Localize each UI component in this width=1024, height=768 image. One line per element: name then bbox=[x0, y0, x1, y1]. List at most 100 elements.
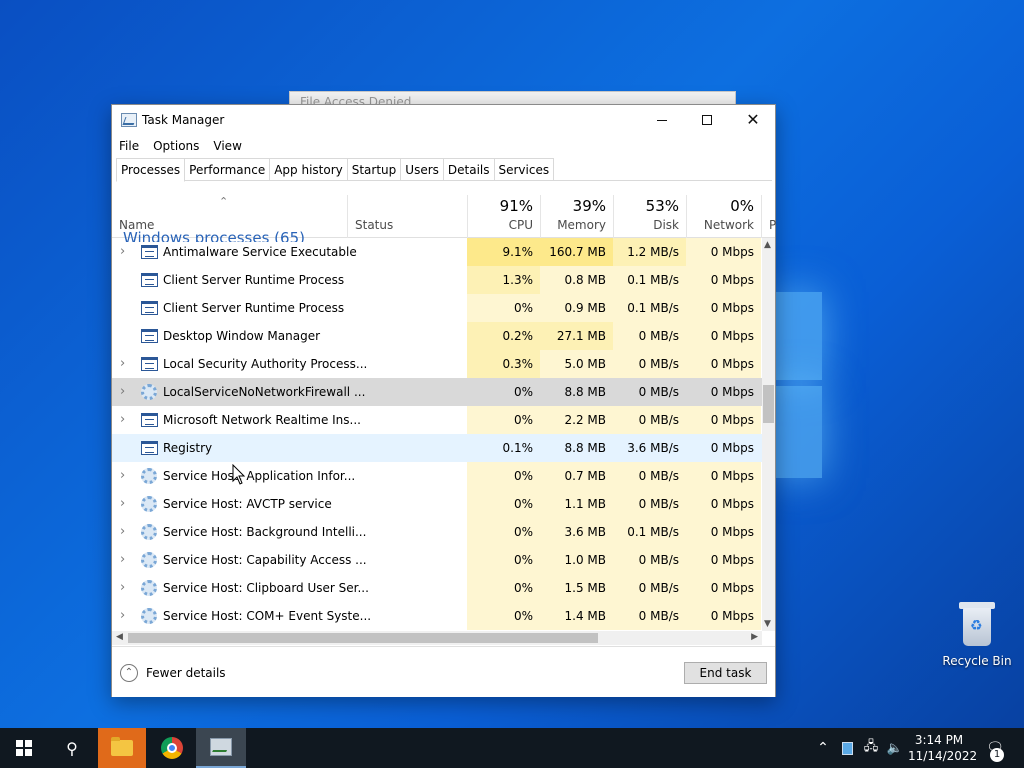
table-row[interactable]: › LocalServiceNoNetworkFirewall ... 0% 8.8 … bbox=[112, 378, 762, 406]
chevron-right-icon[interactable]: › bbox=[120, 580, 130, 595]
disk-cell: 0 MB/s bbox=[613, 462, 686, 490]
tab-strip: Processes Performance App history Startu… bbox=[116, 158, 772, 182]
tab-performance[interactable]: Performance bbox=[184, 158, 271, 180]
network-cell: 0 Mbps bbox=[686, 294, 761, 322]
search-button[interactable]: ⚲ bbox=[48, 728, 96, 768]
process-window-icon bbox=[141, 441, 158, 455]
column-network[interactable]: 0% Network bbox=[686, 195, 761, 238]
file-explorer-button[interactable] bbox=[98, 728, 146, 768]
recycle-bin[interactable]: ♻ Recycle Bin bbox=[940, 602, 1014, 668]
task-manager-taskbar-button[interactable] bbox=[196, 728, 246, 768]
minimize-button[interactable] bbox=[639, 105, 685, 135]
chevron-right-icon[interactable]: › bbox=[120, 524, 130, 539]
table-row[interactable]: Client Server Runtime Process 1.3% 0.8 MB 0… bbox=[112, 266, 762, 294]
column-status[interactable]: Status bbox=[347, 195, 467, 238]
memory-cell: 1.4 MB bbox=[540, 602, 613, 630]
column-disk-label: Disk bbox=[653, 218, 679, 232]
tab-processes[interactable]: Processes bbox=[116, 158, 186, 182]
service-gear-icon bbox=[141, 608, 157, 624]
column-disk[interactable]: 53% Disk bbox=[613, 195, 686, 238]
table-row[interactable]: › Microsoft Network Realtime Ins... 0% 2.2 … bbox=[112, 406, 762, 434]
table-row[interactable]: › Service Host: Background Intelli... 0% 3.… bbox=[112, 518, 762, 546]
chrome-button[interactable] bbox=[148, 728, 196, 768]
menu-view[interactable]: View bbox=[206, 136, 248, 156]
volume-button[interactable]: 🔈 bbox=[884, 728, 906, 768]
scroll-down-icon[interactable]: ▼ bbox=[764, 619, 771, 629]
table-row[interactable]: Desktop Window Manager 0.2% 27.1 MB 0 MB/s 0… bbox=[112, 322, 762, 350]
memory-cell: 160.7 MB bbox=[540, 238, 613, 266]
cpu-cell: 0% bbox=[467, 546, 540, 574]
table-row[interactable]: Client Server Runtime Process 0% 0.9 MB 0.1… bbox=[112, 294, 762, 322]
vertical-scrollbar[interactable]: ▲ ▼ bbox=[762, 238, 775, 631]
memory-cell: 1.1 MB bbox=[540, 490, 613, 518]
tab-startup[interactable]: Startup bbox=[346, 158, 402, 180]
tab-services[interactable]: Services bbox=[493, 158, 555, 180]
process-window-icon bbox=[141, 413, 158, 427]
chevron-right-icon[interactable]: › bbox=[120, 412, 130, 427]
table-row[interactable]: › Local Security Authority Process... 0.3%… bbox=[112, 350, 762, 378]
table-row[interactable]: › Service Host: Capability Access ... 0% 1.… bbox=[112, 546, 762, 574]
chevron-right-icon[interactable]: › bbox=[120, 384, 130, 399]
windows-logo-icon bbox=[16, 740, 32, 756]
process-window-icon bbox=[141, 301, 158, 315]
tray-app-icon bbox=[841, 741, 853, 755]
table-row[interactable]: › Antimalware Service Executable 9.1% 160.7… bbox=[112, 238, 762, 266]
start-button[interactable] bbox=[0, 728, 48, 768]
chevron-right-icon[interactable]: › bbox=[120, 608, 130, 623]
end-task-button[interactable]: End task bbox=[684, 662, 767, 684]
horizontal-scrollbar[interactable]: ◀ ▶ bbox=[112, 631, 762, 645]
scroll-right-icon[interactable]: ▶ bbox=[751, 632, 758, 642]
table-row[interactable]: › Service Host: Clipboard User Ser... 0% 1.… bbox=[112, 574, 762, 602]
column-power[interactable]: P bbox=[761, 195, 776, 238]
title-bar[interactable]: Task Manager ✕ bbox=[112, 105, 775, 135]
tray-app[interactable] bbox=[838, 728, 856, 768]
close-button[interactable]: ✕ bbox=[730, 105, 776, 135]
column-cpu-label: CPU bbox=[508, 218, 533, 232]
network-button[interactable]: 🖧 bbox=[860, 728, 882, 768]
chevron-right-icon[interactable]: › bbox=[120, 244, 130, 259]
tab-details[interactable]: Details bbox=[442, 158, 495, 180]
disk-cell: 0 MB/s bbox=[613, 490, 686, 518]
column-cpu[interactable]: 91% CPU bbox=[467, 195, 540, 238]
disk-cell: 0 MB/s bbox=[613, 574, 686, 602]
table-row[interactable]: Registry 0.1% 8.8 MB 3.6 MB/s 0 Mbps bbox=[112, 434, 762, 462]
scroll-left-icon[interactable]: ◀ bbox=[116, 632, 123, 642]
network-cell: 0 Mbps bbox=[686, 322, 761, 350]
network-icon: 🖧 bbox=[863, 739, 879, 754]
tab-app-history[interactable]: App history bbox=[269, 158, 348, 180]
show-hidden-icons-button[interactable]: ⌃ bbox=[812, 728, 834, 768]
table-row[interactable]: › Service Host: AVCTP service 0% 1.1 MB 0 MB… bbox=[112, 490, 762, 518]
service-gear-icon bbox=[141, 384, 157, 400]
process-window-icon bbox=[141, 357, 158, 371]
menu-file[interactable]: File bbox=[112, 136, 146, 156]
close-icon: ✕ bbox=[746, 110, 760, 129]
clock[interactable]: 3:14 PM 11/14/2022 bbox=[908, 732, 977, 764]
horizontal-scroll-thumb[interactable] bbox=[128, 633, 598, 643]
maximize-icon bbox=[702, 115, 712, 125]
memory-cell: 2.2 MB bbox=[540, 406, 613, 434]
chevron-right-icon[interactable]: › bbox=[120, 552, 130, 567]
process-name: Desktop Window Manager bbox=[163, 329, 321, 343]
service-gear-icon bbox=[141, 580, 157, 596]
scroll-up-icon[interactable]: ▲ bbox=[764, 240, 771, 250]
chevron-right-icon[interactable]: › bbox=[120, 496, 130, 511]
tab-users[interactable]: Users bbox=[400, 158, 444, 180]
task-manager-window: Task Manager ✕ File Options View Process… bbox=[111, 104, 776, 697]
chevron-right-icon[interactable]: › bbox=[120, 468, 130, 483]
process-name: Microsoft Network Realtime Ins... bbox=[163, 413, 361, 427]
memory-cell: 1.5 MB bbox=[540, 574, 613, 602]
table-row[interactable]: › Service Host: COM+ Event Syste... 0% 1.4 … bbox=[112, 602, 762, 630]
chevron-up-icon[interactable]: ⌃ bbox=[120, 664, 138, 682]
fewer-details-link[interactable]: Fewer details bbox=[146, 666, 226, 680]
network-cell: 0 Mbps bbox=[710, 385, 754, 399]
chrome-icon bbox=[161, 737, 183, 759]
vertical-scroll-thumb[interactable] bbox=[763, 385, 774, 423]
footer: ⌃ Fewer details End task bbox=[112, 646, 775, 697]
column-memory[interactable]: 39% Memory bbox=[540, 195, 613, 238]
chevron-right-icon[interactable]: › bbox=[120, 356, 130, 371]
process-name: Antimalware Service Executable bbox=[163, 245, 357, 259]
table-row[interactable]: › Service Host: Application Infor... 0% 0.7… bbox=[112, 462, 762, 490]
menu-options[interactable]: Options bbox=[146, 136, 206, 156]
maximize-button[interactable] bbox=[684, 105, 730, 135]
disk-cell: 0.1 MB/s bbox=[613, 518, 686, 546]
